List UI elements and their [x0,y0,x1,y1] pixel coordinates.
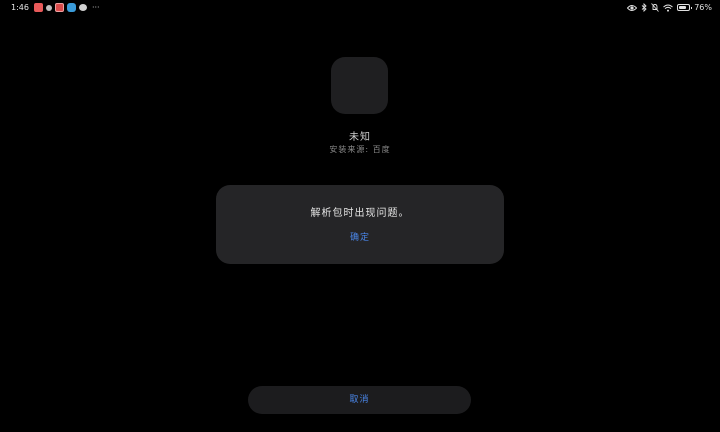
confirm-button[interactable]: 确定 [340,230,380,246]
package-installer-screen: 1:46 ··· 76% 未知 安装来源: 百度 解析包时出现问题。 确定 取消 [0,0,720,432]
battery-percentage: 76% [694,3,712,12]
app-red-icon [33,3,43,12]
status-left: 1:46 ··· [11,3,100,12]
app-red-icon [54,3,64,12]
install-source: 安装来源: 百度 [329,145,391,154]
wechat-icon [78,4,87,11]
app-name: 未知 [349,132,371,143]
more-notifications-icon: ··· [91,3,100,12]
bluetooth-icon [641,3,647,12]
dialog-message: 解析包时出现问题。 [310,208,410,219]
status-right: 76% [627,3,712,12]
error-dialog: 解析包时出现问题。 确定 [216,185,504,264]
battery-icon [677,4,693,11]
cancel-button[interactable]: 取消 [248,386,471,414]
app-blue-icon [66,3,76,12]
mute-icon [651,3,660,12]
status-bar: 1:46 ··· 76% [0,0,720,16]
eye-icon [627,4,638,12]
gear-icon [45,4,52,11]
status-time: 1:46 [11,3,29,12]
wifi-icon [663,4,674,12]
battery-level [679,6,687,9]
app-icon [331,57,388,114]
